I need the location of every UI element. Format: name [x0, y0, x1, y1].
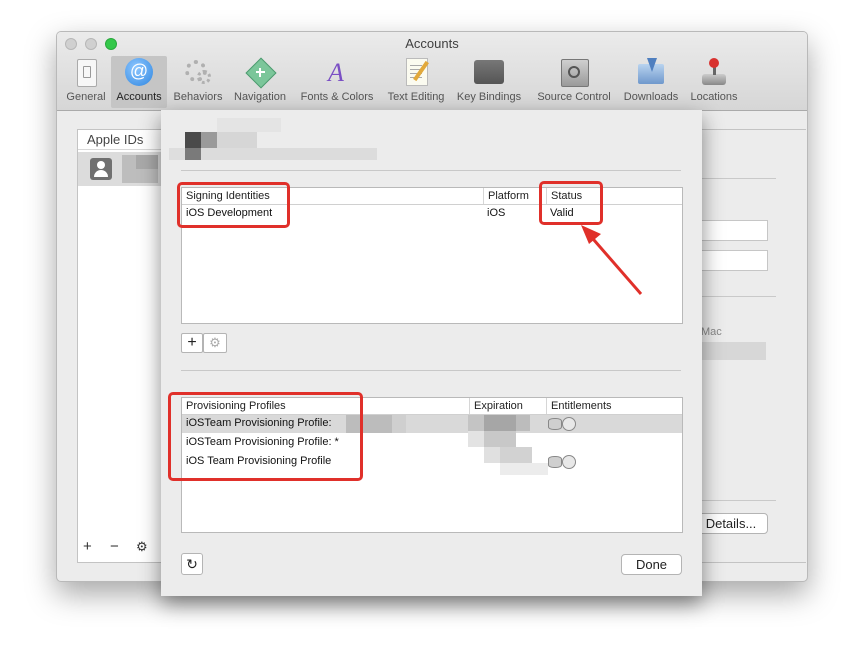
annotation-box-provisioning-profiles — [168, 392, 363, 481]
toolbar-downloads-label: Downloads — [623, 91, 679, 103]
toolbar-accounts-label: Accounts — [116, 91, 162, 103]
keyboard-icon — [474, 58, 504, 88]
text-editing-icon — [401, 58, 431, 88]
window-title: Accounts — [405, 36, 459, 51]
column-expiration[interactable]: Expiration — [470, 398, 547, 414]
gears-icon — [183, 58, 213, 88]
divider — [698, 178, 776, 179]
mac-label: Mac — [701, 326, 722, 338]
annotation-box-status — [539, 181, 603, 225]
divider — [698, 500, 776, 501]
add-account-button[interactable]: + — [83, 538, 92, 555]
toolbar-key-bindings-label: Key Bindings — [456, 91, 522, 103]
annotation-box-signing-identities — [177, 182, 290, 228]
toolbar-key-bindings[interactable]: Key Bindings — [453, 56, 525, 108]
divider — [698, 296, 776, 297]
source-control-icon — [559, 58, 589, 88]
details-button[interactable]: Details... — [694, 513, 768, 534]
avatar-icon — [90, 158, 112, 180]
toolbar-fonts-colors-label: Fonts & Colors — [300, 91, 374, 103]
identity-platform: iOS — [487, 207, 506, 219]
account-field[interactable] — [698, 250, 768, 271]
account-settings-gear-icon[interactable]: ⚙ — [136, 539, 148, 555]
account-details-sheet: Signing Identities Platform Status iOS D… — [161, 110, 702, 596]
divider — [181, 370, 681, 371]
toolbar-general[interactable]: General — [62, 56, 110, 108]
refresh-icon[interactable]: ↻ — [181, 553, 203, 575]
fonts-colors-icon: A — [328, 58, 344, 87]
entitlements-icon — [548, 417, 580, 431]
toolbar-locations-label: Locations — [690, 91, 738, 103]
annotation-arrow-icon — [581, 225, 643, 295]
done-button[interactable]: Done — [621, 554, 682, 575]
identity-settings-gear-icon[interactable]: ⚙ — [203, 333, 227, 353]
remove-account-button[interactable]: − — [110, 538, 119, 555]
toolbar-behaviors[interactable]: Behaviors — [170, 56, 226, 108]
toolbar-navigation-label: Navigation — [234, 91, 286, 103]
toolbar-accounts[interactable]: @ Accounts — [111, 56, 167, 108]
toolbar-locations[interactable]: Locations — [684, 56, 744, 108]
team-row[interactable] — [698, 342, 766, 360]
column-entitlements[interactable]: Entitlements — [547, 398, 637, 414]
toolbar-text-editing-label: Text Editing — [387, 91, 445, 103]
toolbar-navigation[interactable]: Navigation — [229, 56, 291, 108]
toolbar-general-label: General — [66, 91, 106, 103]
toolbar-source-control[interactable]: Source Control — [531, 56, 617, 108]
toolbar-fonts-colors[interactable]: A Fonts & Colors — [295, 56, 379, 108]
add-identity-button[interactable]: + — [181, 333, 203, 353]
joystick-icon — [699, 58, 729, 88]
toolbar-source-control-label: Source Control — [537, 91, 611, 103]
navigation-icon — [245, 57, 277, 89]
toolbar-behaviors-label: Behaviors — [173, 91, 223, 103]
toolbar-downloads[interactable]: Downloads — [620, 56, 682, 108]
general-icon — [71, 58, 101, 88]
entitlements-icon — [548, 455, 580, 469]
downloads-icon — [636, 58, 666, 88]
at-sign-icon: @ — [124, 58, 154, 88]
toolbar-text-editing[interactable]: Text Editing — [383, 56, 449, 108]
column-platform[interactable]: Platform — [484, 188, 547, 204]
divider — [181, 170, 681, 171]
account-details-panel: Mac Details... — [694, 129, 806, 563]
account-field[interactable] — [698, 220, 768, 241]
title-bar: Accounts General @ Accounts Behaviors Na… — [57, 32, 807, 111]
